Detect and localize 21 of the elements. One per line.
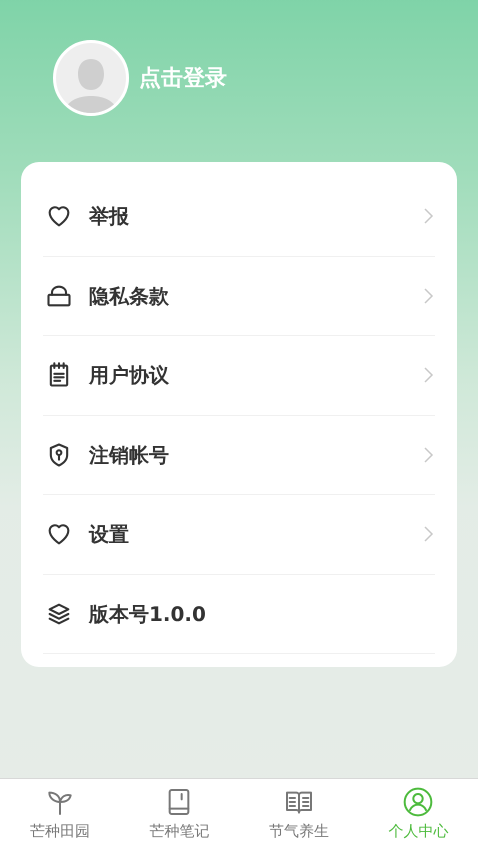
chevron-right-icon: [423, 206, 435, 226]
chevron-right-icon: [423, 286, 435, 306]
menu-label: 举报: [89, 203, 130, 230]
menu-label: 用户协议: [89, 362, 170, 390]
menu-item[interactable]: 设置: [43, 495, 435, 574]
menu-item[interactable]: 版本号1.0.0: [43, 574, 435, 654]
tab[interactable]: 芒种笔记: [120, 779, 239, 850]
chevron-right-icon: [423, 524, 435, 544]
menu-label: 设置: [89, 521, 130, 548]
menu-item[interactable]: 注销帐号: [43, 416, 435, 495]
menu-item[interactable]: 隐私条款: [43, 256, 435, 336]
person-circle-icon: [402, 786, 434, 818]
menu-item[interactable]: 举报: [43, 177, 435, 256]
menu-label: 隐私条款: [89, 282, 170, 310]
menu-label: 注销帐号: [89, 442, 170, 469]
tab[interactable]: 节气养生: [239, 779, 358, 850]
menu-label: 版本号1.0.0: [89, 600, 207, 628]
chevron-right-icon: [423, 365, 435, 386]
chevron-right-icon: [423, 444, 435, 465]
menu-item[interactable]: 用户协议: [43, 336, 435, 416]
tab[interactable]: 芒种田园: [0, 779, 120, 850]
